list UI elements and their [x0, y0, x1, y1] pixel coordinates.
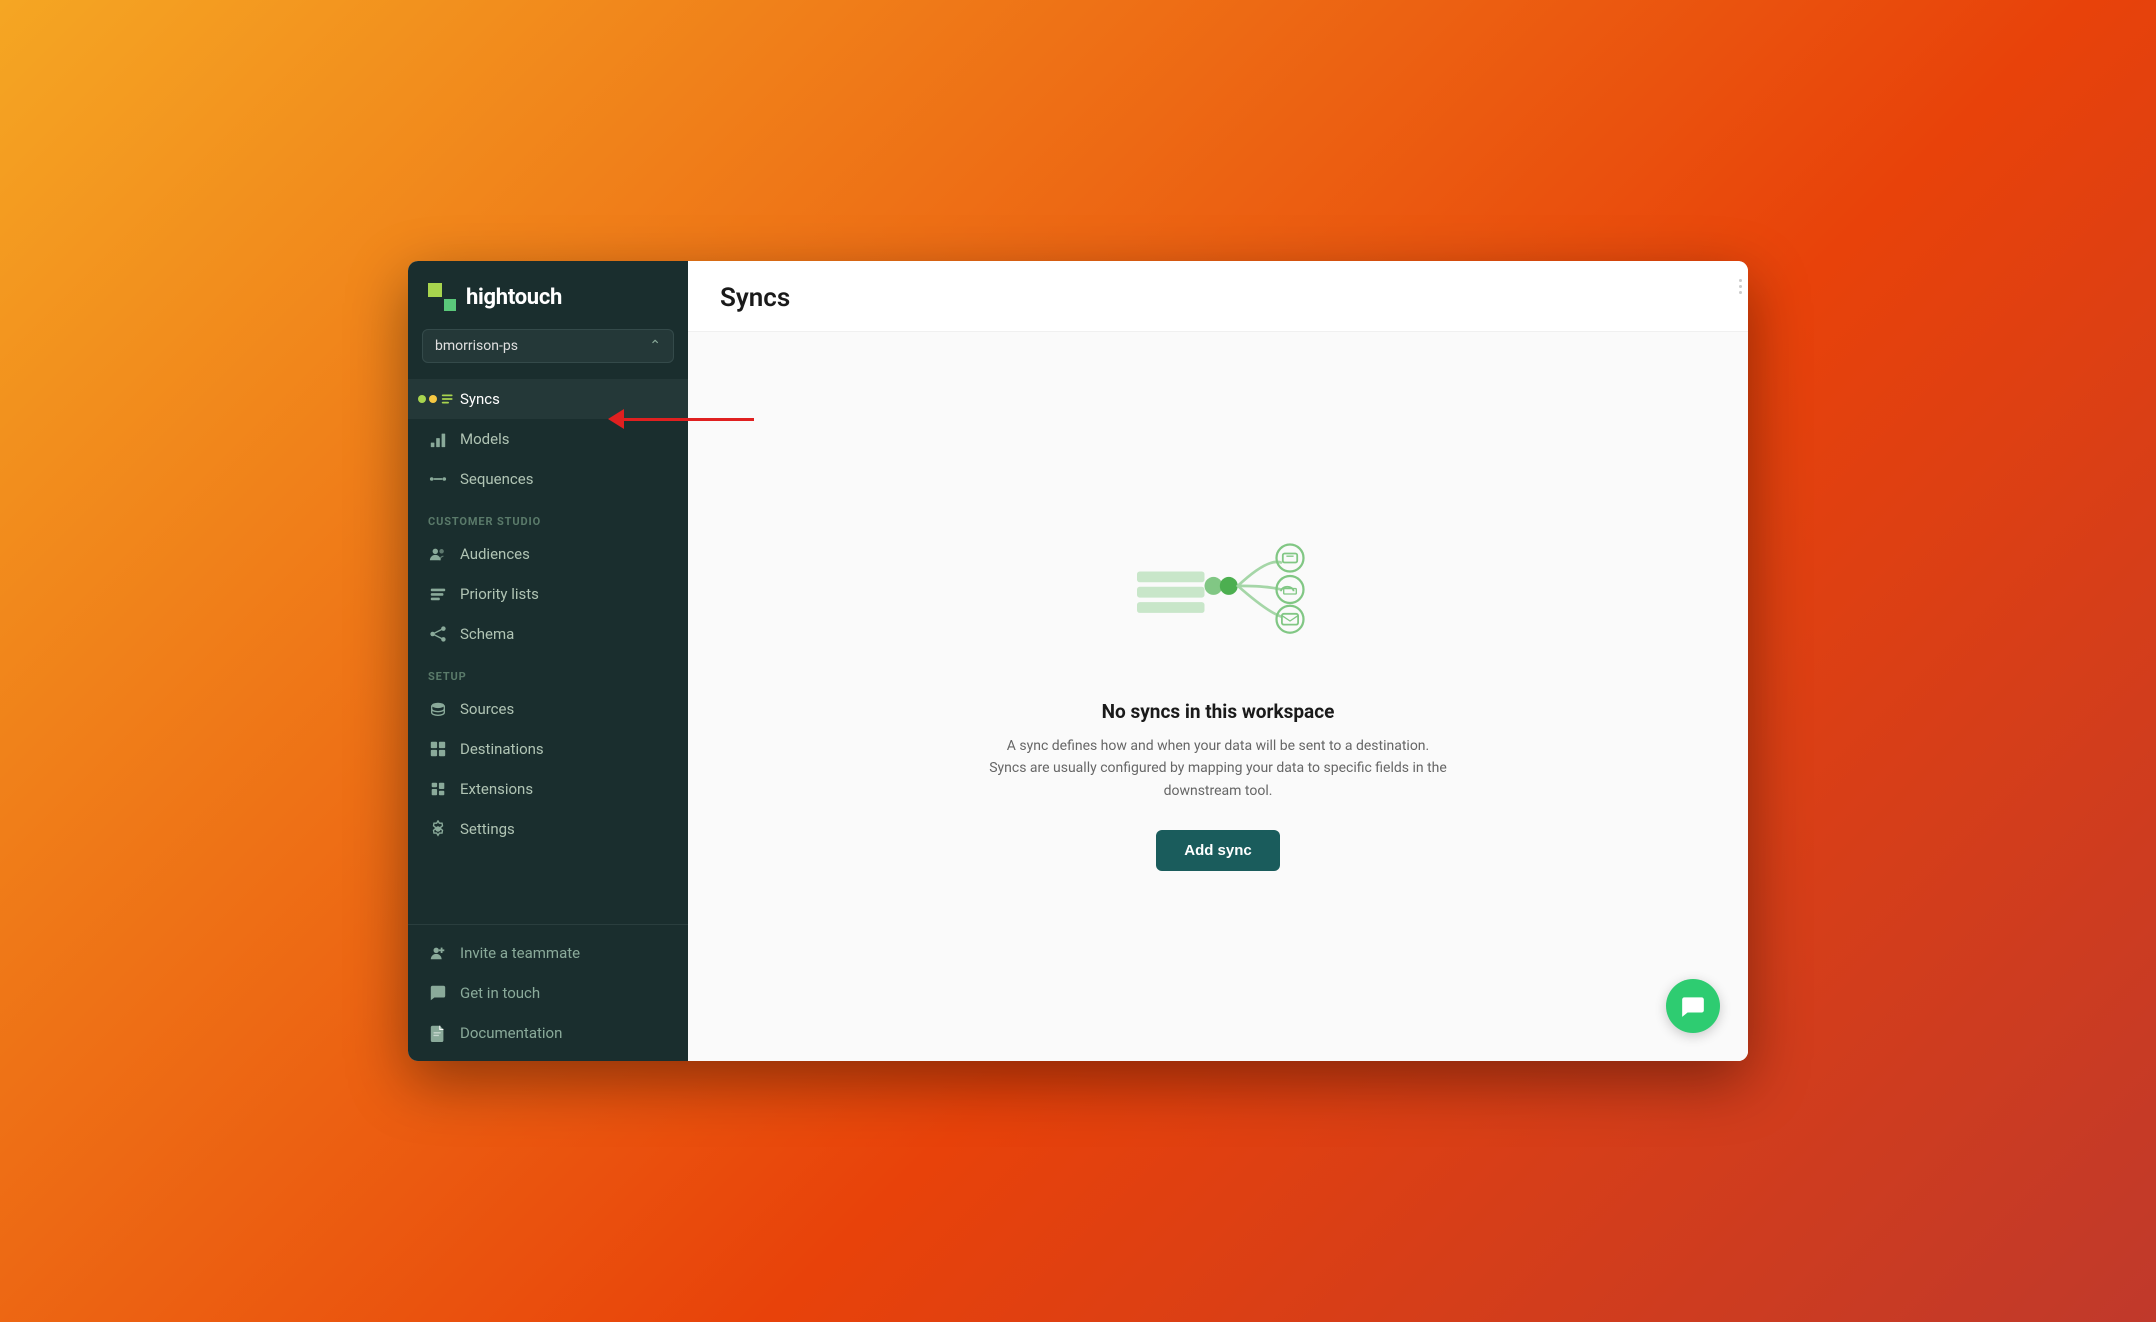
priority-lists-label: Priority lists	[460, 585, 539, 603]
syncs-icon	[428, 389, 448, 409]
sidebar-item-documentation[interactable]: Documentation	[408, 1013, 688, 1053]
logo-icon	[428, 283, 456, 311]
extensions-label: Extensions	[460, 780, 533, 798]
sidebar: hightouch bmorrison-ps ⌃	[408, 261, 688, 1061]
workspace-chevron-icon: ⌃	[649, 338, 661, 354]
priority-lists-icon	[428, 584, 448, 604]
audiences-icon	[428, 544, 448, 564]
main-content: No syncs in this workspace A sync define…	[688, 332, 1748, 1061]
models-icon	[428, 429, 448, 449]
get-in-touch-label: Get in touch	[460, 984, 540, 1002]
sidebar-item-invite-teammate[interactable]: Invite a teammate	[408, 933, 688, 973]
sources-label: Sources	[460, 700, 514, 718]
docs-icon	[428, 1023, 448, 1043]
resize-handle[interactable]	[1732, 261, 1748, 301]
settings-label: Settings	[460, 820, 515, 838]
documentation-label: Documentation	[460, 1024, 562, 1042]
get-in-touch-icon	[428, 983, 448, 1003]
app-window: hightouch bmorrison-ps ⌃	[408, 261, 1748, 1061]
empty-illustration	[1128, 522, 1308, 672]
sidebar-bottom: Invite a teammate Get in touch	[408, 924, 688, 1061]
schema-icon	[428, 624, 448, 644]
sequences-label: Sequences	[460, 470, 533, 488]
workspace-selector[interactable]: bmorrison-ps ⌃	[422, 329, 674, 363]
logo-text: hightouch	[466, 285, 562, 310]
models-label: Models	[460, 430, 509, 448]
sidebar-item-extensions[interactable]: Extensions	[408, 769, 688, 809]
chat-button-icon	[1680, 993, 1706, 1019]
sidebar-item-audiences[interactable]: Audiences	[408, 534, 688, 574]
empty-state-description: A sync defines how and when your data wi…	[988, 735, 1448, 802]
extensions-icon	[428, 779, 448, 799]
arrow-line	[624, 418, 754, 421]
sequences-icon	[428, 469, 448, 489]
empty-state-title: No syncs in this workspace	[988, 700, 1448, 723]
destinations-label: Destinations	[460, 740, 544, 758]
sidebar-item-destinations[interactable]: Destinations	[408, 729, 688, 769]
settings-icon	[428, 819, 448, 839]
sidebar-item-sources[interactable]: Sources	[408, 689, 688, 729]
setup-section-label: SETUP	[408, 654, 688, 689]
customer-studio-section-label: CUSTOMER STUDIO	[408, 499, 688, 534]
invite-teammate-label: Invite a teammate	[460, 944, 580, 962]
sidebar-item-sequences[interactable]: Sequences	[408, 459, 688, 499]
logo: hightouch	[408, 261, 688, 329]
destinations-icon	[428, 739, 448, 759]
arrow-head	[608, 409, 624, 429]
invite-icon	[428, 943, 448, 963]
main-content-area: Syncs	[688, 261, 1748, 1061]
sidebar-item-settings[interactable]: Settings	[408, 809, 688, 849]
workspace-name: bmorrison-ps	[435, 338, 518, 354]
audiences-label: Audiences	[460, 545, 530, 563]
sidebar-item-schema[interactable]: Schema	[408, 614, 688, 654]
empty-state: No syncs in this workspace A sync define…	[988, 522, 1448, 871]
syncs-label: Syncs	[460, 390, 500, 408]
main-header: Syncs	[688, 261, 1748, 332]
chat-button[interactable]	[1666, 979, 1720, 1033]
arrow-annotation	[608, 409, 754, 429]
schema-label: Schema	[460, 625, 514, 643]
sidebar-item-get-in-touch[interactable]: Get in touch	[408, 973, 688, 1013]
sidebar-item-priority-lists[interactable]: Priority lists	[408, 574, 688, 614]
nav-section: Syncs Models	[408, 379, 688, 924]
sources-icon	[428, 699, 448, 719]
page-title: Syncs	[720, 283, 1716, 313]
add-sync-button[interactable]: Add sync	[1156, 830, 1280, 871]
